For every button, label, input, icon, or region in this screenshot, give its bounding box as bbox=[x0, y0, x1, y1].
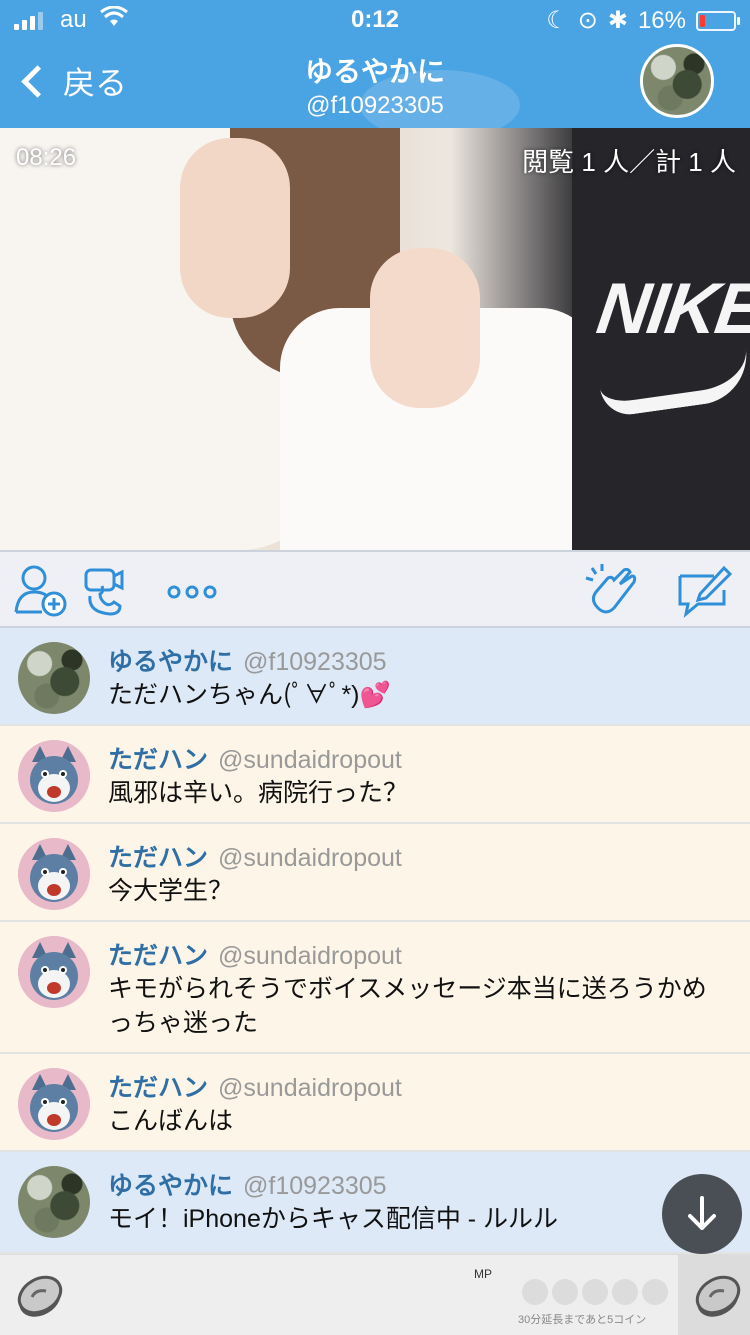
commenter-name[interactable]: ゆるやかに bbox=[108, 648, 233, 676]
coin-slot bbox=[612, 1279, 638, 1305]
video-call-button[interactable] bbox=[80, 562, 140, 618]
status-right-group: ☾ ⊙ ✱ 16% bbox=[546, 6, 740, 35]
compose-icon bbox=[678, 565, 733, 618]
coin-slot bbox=[582, 1279, 608, 1305]
broadcaster-avatar[interactable] bbox=[640, 44, 714, 118]
comment-item[interactable]: ただハン @sundaidropout こんばんは bbox=[0, 1054, 750, 1152]
elapsed-time: 08:26 bbox=[16, 144, 77, 171]
moon-icon: ☾ bbox=[546, 7, 568, 34]
viewer-count: 閲覧 1 人／計 1 人 bbox=[522, 147, 736, 177]
comment-item[interactable]: ゆるやかに @f10923305 ただハンちゃん(ﾟ∀ﾟ*)💕 bbox=[0, 628, 750, 726]
commenter-avatar[interactable] bbox=[18, 642, 90, 714]
coin-icon bbox=[695, 1275, 741, 1317]
commenter-header: ゆるやかに @f10923305 bbox=[108, 642, 387, 678]
more-icon bbox=[167, 585, 217, 599]
commenter-handle: @f10923305 bbox=[243, 1172, 387, 1200]
coin-slot bbox=[642, 1279, 668, 1305]
video-peace-hand-center bbox=[370, 248, 480, 408]
commenter-name[interactable]: ただハン bbox=[108, 746, 208, 774]
top-bar: au 0:12 ☾ ⊙ ✱ 16% 戻る ゆるやかに @f10923305 bbox=[0, 0, 750, 128]
broadcaster-handle: @f10923305 bbox=[306, 92, 444, 119]
commenter-handle: @f10923305 bbox=[243, 648, 387, 676]
commenter-handle: @sundaidropout bbox=[218, 844, 402, 872]
commenter-header: ゆるやかに @f10923305 bbox=[108, 1166, 387, 1202]
comment-item[interactable]: ただハン @sundaidropout 風邪は辛い。病院行った？ bbox=[0, 726, 750, 824]
battery-percent: 16% bbox=[637, 6, 686, 34]
husky-avatar-icon bbox=[18, 1068, 90, 1140]
mp-label: MP bbox=[474, 1267, 492, 1281]
arrow-down-icon bbox=[688, 1196, 716, 1230]
comment-list[interactable]: ゆるやかに @f10923305 ただハンちゃん(ﾟ∀ﾟ*)💕 ただハン @sund… bbox=[0, 628, 750, 1254]
comment-text: 風邪は辛い。病院行った？ bbox=[108, 779, 409, 807]
comment-text: キモがられそうでボイスメッセージ本当に送ろうかめっちゃ迷った bbox=[108, 975, 707, 1037]
extension-info: 30分延長まであと5コイン bbox=[518, 1314, 647, 1326]
applause-button[interactable] bbox=[584, 562, 644, 618]
commenter-name[interactable]: ゆるやかに bbox=[108, 1172, 233, 1200]
coin-progress bbox=[522, 1279, 668, 1305]
commenter-header: ただハン @sundaidropout bbox=[108, 740, 402, 776]
husky-avatar-icon bbox=[18, 740, 90, 812]
coin-button-left[interactable] bbox=[6, 1261, 74, 1329]
commenter-name[interactable]: ただハン bbox=[108, 942, 208, 970]
applause-icon bbox=[585, 564, 637, 614]
comment-item[interactable]: ただハン @sundaidropout 今大学生？ bbox=[0, 824, 750, 922]
bottom-bar: MP 30分延長まであと5コイン bbox=[0, 1254, 750, 1335]
broadcaster-name: ゆるやかに bbox=[304, 56, 445, 87]
commenter-header: ただハン @sundaidropout bbox=[108, 838, 402, 874]
commenter-header: ただハン @sundaidropout bbox=[108, 1068, 402, 1104]
broadcaster-title: ゆるやかに @f10923305 bbox=[0, 50, 750, 120]
add-user-button[interactable] bbox=[12, 562, 72, 618]
commenter-avatar[interactable] bbox=[18, 740, 90, 812]
add-user-icon bbox=[14, 565, 67, 617]
comment-text: こんばんは bbox=[108, 1107, 234, 1135]
bluetooth-icon: ✱ bbox=[607, 7, 628, 34]
commenter-avatar[interactable] bbox=[18, 936, 90, 1008]
comment-text: ただハンちゃん(ﾟ∀ﾟ*)💕 bbox=[108, 681, 391, 709]
husky-avatar-icon bbox=[18, 838, 90, 910]
more-button[interactable] bbox=[164, 562, 224, 618]
coin-icon bbox=[17, 1275, 63, 1317]
action-toolbar bbox=[0, 550, 750, 628]
commenter-name[interactable]: ただハン bbox=[108, 844, 208, 872]
coin-slot bbox=[522, 1279, 548, 1305]
commenter-handle: @sundaidropout bbox=[218, 942, 402, 970]
comment-item[interactable]: ただハン @sundaidropout キモがられそうでボイスメッセージ本当に送ろ… bbox=[0, 922, 750, 1054]
battery-icon bbox=[696, 10, 740, 31]
status-bar: au 0:12 ☾ ⊙ ✱ 16% bbox=[0, 0, 750, 40]
comment-item[interactable]: ゆるやかに @f10923305 モイ！iPhoneからキャス配信中 - ルルル bbox=[0, 1152, 750, 1254]
commenter-header: ただハン @sundaidropout bbox=[108, 936, 402, 972]
commenter-name[interactable]: ただハン bbox=[108, 1074, 208, 1102]
commenter-handle: @sundaidropout bbox=[218, 1074, 402, 1102]
video-peace-hand-left bbox=[180, 138, 290, 318]
comment-text: 今大学生？ bbox=[108, 877, 234, 905]
scroll-to-latest-button[interactable] bbox=[662, 1174, 742, 1254]
coin-button-right[interactable] bbox=[684, 1261, 750, 1329]
orientation-lock-icon: ⊙ bbox=[577, 7, 598, 34]
commenter-avatar[interactable] bbox=[18, 1166, 90, 1238]
husky-avatar-icon bbox=[18, 936, 90, 1008]
comment-text: モイ！iPhoneからキャス配信中 - ルルル bbox=[108, 1205, 559, 1233]
coin-slot bbox=[552, 1279, 578, 1305]
compose-button[interactable] bbox=[674, 562, 734, 618]
live-video[interactable]: NIKE 08:26 閲覧 1 人／計 1 人 bbox=[0, 128, 750, 550]
commenter-avatar[interactable] bbox=[18, 838, 90, 910]
shirt-print-text: NIKE bbox=[592, 269, 750, 349]
commenter-avatar[interactable] bbox=[18, 1068, 90, 1140]
commenter-handle: @sundaidropout bbox=[218, 746, 402, 774]
video-call-icon bbox=[84, 568, 124, 616]
